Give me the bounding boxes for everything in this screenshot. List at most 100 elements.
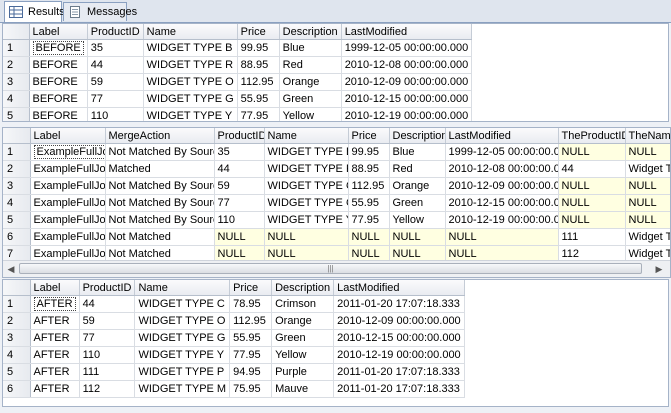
column-header-price[interactable]: Price [237, 24, 280, 40]
table-cell[interactable]: 55.95 [229, 329, 273, 347]
table-cell-null[interactable]: NULL [625, 177, 670, 195]
table-cell[interactable]: WIDGET TYPE G [264, 194, 349, 212]
table-cell[interactable]: WIDGET TYPE Y [134, 346, 231, 364]
table-cell[interactable]: Mauve [271, 380, 335, 398]
row-number[interactable]: 3 [3, 177, 31, 195]
table-cell[interactable]: BEFORE [29, 39, 88, 57]
result-grid-after[interactable]: Label ProductID Name Price Description L… [2, 279, 669, 407]
table-cell-null[interactable]: NULL [558, 177, 626, 195]
table-cell[interactable]: 44 [87, 56, 144, 74]
column-header-name[interactable]: Name [264, 128, 349, 144]
table-cell[interactable]: ExampleFullJoin [30, 228, 106, 246]
column-header-productid[interactable]: ProductID [214, 128, 265, 144]
table-cell[interactable]: 59 [87, 73, 144, 91]
column-header-theproductid[interactable]: TheProductID [558, 128, 626, 144]
table-cell[interactable]: 2010-12-09 00:00:00.000 [445, 177, 559, 195]
table-cell[interactable]: Red [279, 56, 342, 74]
table-cell[interactable]: AFTER [30, 312, 80, 330]
row-number[interactable]: 6 [3, 380, 31, 398]
table-cell[interactable]: ExampleFullJoin [30, 194, 106, 212]
table-cell-null[interactable]: NULL [214, 228, 265, 246]
table-cell[interactable]: BEFORE [29, 73, 88, 91]
tab-results[interactable]: Results [4, 1, 65, 22]
table-cell[interactable]: WIDGET TYPE Y [143, 107, 238, 121]
table-cell[interactable]: 2010-12-15 00:00:00.000 [333, 329, 465, 347]
table-cell[interactable]: WIDGET TYPE R [143, 56, 238, 74]
horizontal-scrollbar[interactable]: ◀ ||| ▶ [3, 260, 670, 277]
column-header-label[interactable]: Label [29, 24, 88, 40]
table-cell[interactable]: 2010-12-08 00:00:00.000 [445, 160, 559, 178]
column-header-name[interactable]: Name [134, 280, 231, 296]
table-cell[interactable]: Orange [279, 73, 342, 91]
row-number[interactable]: 5 [3, 107, 30, 121]
table-cell[interactable]: 77 [79, 329, 136, 347]
table-cell[interactable]: 110 [214, 211, 265, 229]
column-header-name[interactable]: Name [143, 24, 238, 40]
table-cell-null[interactable]: NULL [625, 194, 670, 212]
column-header-price[interactable]: Price [348, 128, 390, 144]
table-cell[interactable]: Green [389, 194, 446, 212]
table-cell[interactable]: Matched [105, 160, 215, 178]
table-cell[interactable]: Yellow [271, 346, 335, 364]
table-cell-null[interactable]: NULL [625, 211, 670, 229]
table-cell[interactable]: 112.95 [348, 177, 390, 195]
row-number[interactable]: 3 [3, 73, 30, 91]
table-cell[interactable]: WIDGET TYPE G [143, 90, 238, 108]
table-cell[interactable]: WIDGET TYPE B [143, 39, 238, 57]
table-cell[interactable]: 2011-01-20 17:07:18.333 [333, 363, 465, 381]
table-cell[interactable]: 110 [79, 346, 136, 364]
column-header-productid[interactable]: ProductID [87, 24, 144, 40]
table-cell-null[interactable]: NULL [389, 228, 446, 246]
column-header-thename[interactable]: TheName [625, 128, 670, 144]
table-cell[interactable]: Blue [279, 39, 342, 57]
table-cell[interactable]: 75.95 [229, 380, 273, 398]
table-cell-null[interactable]: NULL [445, 228, 559, 246]
column-header-description[interactable]: Description [279, 24, 342, 40]
table-cell[interactable]: AFTER [30, 380, 80, 398]
table-cell[interactable]: BEFORE [29, 56, 88, 74]
table-cell[interactable]: 94.95 [229, 363, 273, 381]
table-cell[interactable]: 77.95 [237, 107, 280, 121]
row-number[interactable]: 5 [3, 211, 31, 229]
table-cell[interactable]: Widget T [625, 160, 670, 178]
column-header-description[interactable]: Description [271, 280, 335, 296]
row-number[interactable]: 1 [3, 39, 30, 57]
table-cell[interactable]: 99.95 [348, 143, 390, 161]
table-cell[interactable]: 2010-12-19 00:00:00.000 [341, 107, 473, 121]
row-number[interactable]: 3 [3, 329, 31, 347]
table-cell[interactable]: Not Matched By Source [105, 211, 215, 229]
table-cell[interactable]: BEFORE [29, 107, 88, 121]
table-cell[interactable]: AFTER [30, 363, 80, 381]
tab-messages[interactable]: Messages [63, 2, 137, 21]
table-cell[interactable]: Yellow [389, 211, 446, 229]
row-number[interactable]: 4 [3, 90, 30, 108]
table-cell[interactable]: 88.95 [348, 160, 390, 178]
table-cell[interactable]: 1999-12-05 00:00:00.000 [341, 39, 473, 57]
table-cell[interactable]: Widget T [625, 228, 670, 246]
table-cell[interactable]: Red [389, 160, 446, 178]
table-cell[interactable]: 112.95 [229, 312, 273, 330]
column-header-lastmodified[interactable]: LastModified [333, 280, 465, 296]
row-number[interactable]: 1 [3, 143, 31, 161]
table-cell[interactable]: 78.95 [229, 295, 273, 313]
table-cell[interactable]: WIDGET TYPE P [134, 363, 231, 381]
table-cell[interactable]: WIDGET TYPE G [134, 329, 231, 347]
column-header-label[interactable]: Label [30, 128, 106, 144]
table-cell[interactable]: 110 [87, 107, 144, 121]
table-cell[interactable]: 99.95 [237, 39, 280, 57]
row-number[interactable]: 2 [3, 160, 31, 178]
table-cell[interactable]: Orange [389, 177, 446, 195]
column-header-lastmodified[interactable]: LastModified [445, 128, 559, 144]
table-cell[interactable]: WIDGET TYPE C [134, 295, 231, 313]
table-cell[interactable]: 55.95 [237, 90, 280, 108]
table-cell[interactable]: 2011-01-20 17:07:18.333 [333, 295, 465, 313]
table-cell[interactable]: 2010-12-19 00:00:00.000 [333, 346, 465, 364]
table-cell[interactable]: 44 [214, 160, 265, 178]
table-cell[interactable]: Not Matched By Source [105, 194, 215, 212]
table-cell[interactable]: 35 [87, 39, 144, 57]
column-header-mergeaction[interactable]: MergeAction [105, 128, 215, 144]
table-cell[interactable]: ExampleFullJoin [30, 160, 106, 178]
table-cell[interactable]: 77 [214, 194, 265, 212]
table-cell[interactable]: BEFORE [29, 90, 88, 108]
table-cell[interactable]: 88.95 [237, 56, 280, 74]
